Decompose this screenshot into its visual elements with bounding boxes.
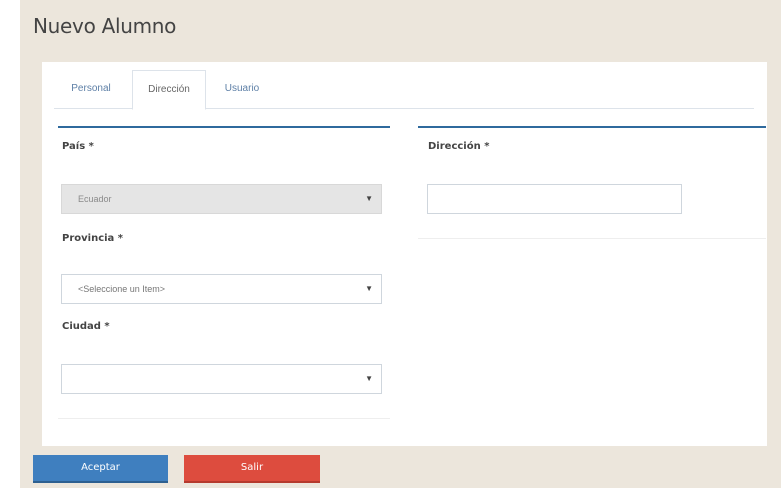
tab-bar: Personal Dirección Usuario bbox=[54, 70, 754, 110]
exit-button[interactable]: Salir bbox=[184, 455, 320, 483]
provincia-label: Provincia * bbox=[62, 233, 124, 244]
caret-down-icon: ▼ bbox=[365, 284, 373, 293]
provincia-select-value: <Seleccione un Item> bbox=[78, 284, 166, 294]
tab-usuario[interactable]: Usuario bbox=[206, 70, 278, 108]
pais-select[interactable]: Ecuador ▼ bbox=[61, 184, 382, 214]
caret-down-icon: ▼ bbox=[365, 194, 373, 203]
tab-personal[interactable]: Personal bbox=[54, 70, 128, 108]
tab-direccion[interactable]: Dirección bbox=[132, 70, 206, 110]
caret-down-icon: ▼ bbox=[365, 374, 373, 383]
ciudad-label: Ciudad * bbox=[62, 321, 110, 332]
accept-button[interactable]: Aceptar bbox=[33, 455, 168, 483]
pais-label: País * bbox=[62, 141, 94, 152]
provincia-select[interactable]: <Seleccione un Item> ▼ bbox=[61, 274, 382, 304]
page-title: Nuevo Alumno bbox=[33, 14, 177, 38]
pais-select-value: Ecuador bbox=[78, 194, 112, 204]
direccion-label: Dirección * bbox=[428, 141, 490, 152]
ciudad-select[interactable]: ▼ bbox=[61, 364, 382, 394]
direccion-input[interactable] bbox=[427, 184, 682, 214]
